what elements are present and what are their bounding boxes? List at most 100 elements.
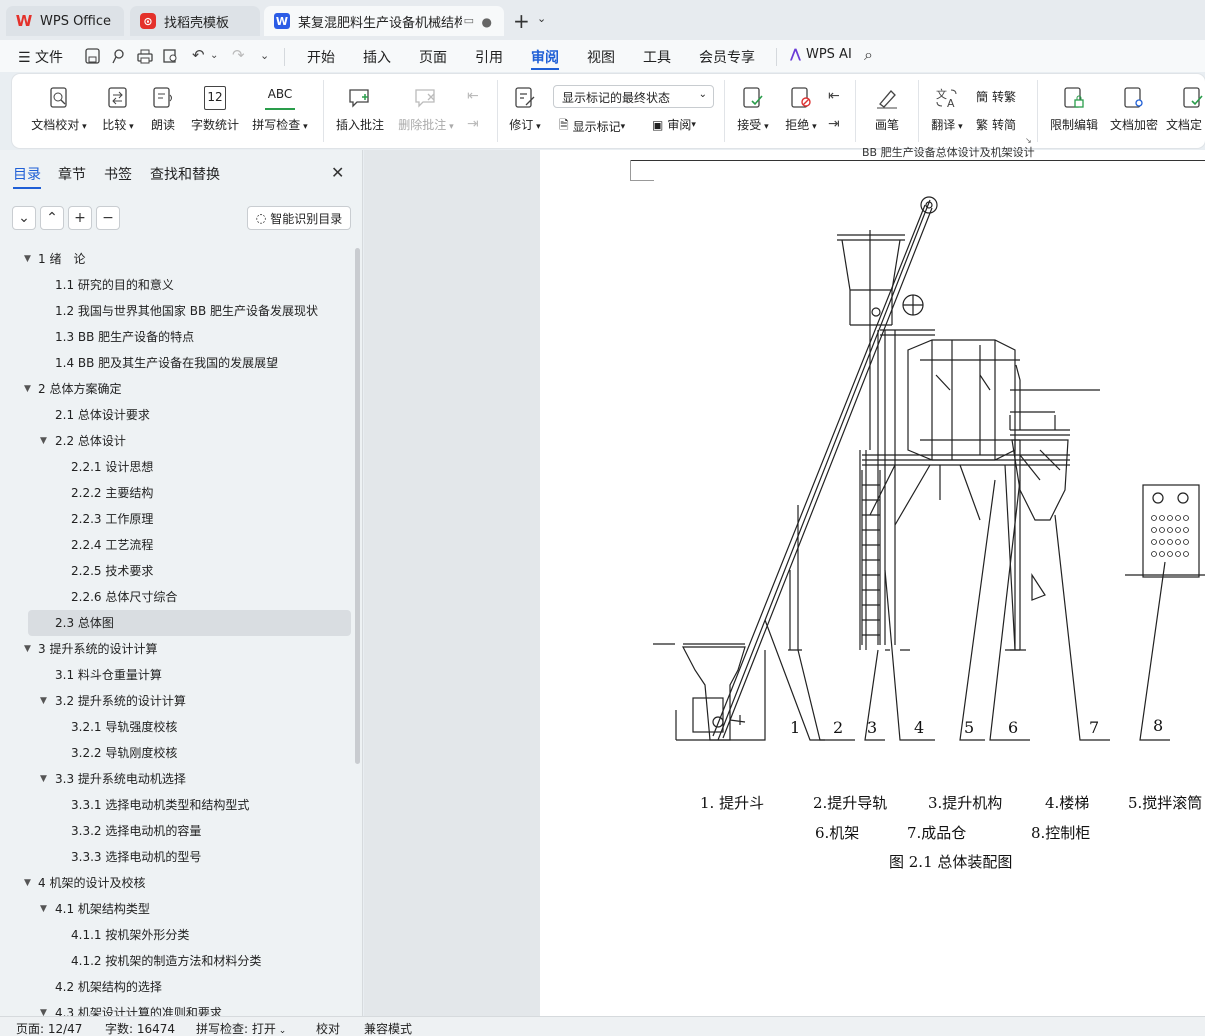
toc-item[interactable]: ▼ 3 提升系统的设计计算 [0, 636, 355, 662]
tab-bookmarks[interactable]: 书签 [104, 164, 132, 184]
proofread-status[interactable]: 校对 [316, 1020, 340, 1036]
print-preview-icon[interactable] [162, 48, 180, 64]
insert-comment-button[interactable]: 插入批注 [334, 86, 386, 133]
expand-triangle-icon[interactable]: ▼ [24, 376, 31, 402]
toc-item[interactable]: ▼ 4.1 机架结构类型 [0, 896, 355, 922]
page-indicator[interactable]: 页面: 12/47 [16, 1020, 82, 1036]
next-comment-icon[interactable]: ⇥ [467, 116, 479, 132]
to-simplified-button[interactable]: 繁转简 [976, 116, 1016, 133]
toc-item[interactable]: 3.2.1 导轨强度校核 [0, 714, 355, 740]
toc-item[interactable]: 1.3 BB 肥生产设备的特点 [0, 324, 355, 350]
delete-comment-button[interactable]: 删除批注 ▾ [394, 86, 458, 133]
save-icon[interactable] [84, 48, 102, 64]
undo-dropdown-icon[interactable]: ⌄ [210, 50, 218, 61]
print-icon[interactable] [136, 48, 154, 64]
tab-find-replace[interactable]: 查找和替换 [150, 164, 220, 184]
word-count-button[interactable]: 12 字数统计 [189, 86, 241, 133]
toc-item[interactable]: ▼ 1 绪 论 [0, 246, 355, 272]
tab-toc[interactable]: 目录 [13, 164, 41, 189]
new-tab-plus-icon[interactable]: + [513, 9, 530, 33]
toc-item[interactable]: 3.3.1 选择电动机类型和结构型式 [0, 792, 355, 818]
expand-triangle-icon[interactable]: ▼ [40, 428, 47, 454]
tab-wps-office[interactable]: W WPS Office [6, 6, 124, 36]
toc-item[interactable]: 3.3.2 选择电动机的容量 [0, 818, 355, 844]
review-pane-button[interactable]: ▣ 审阅 ▾ [652, 116, 696, 133]
toc-item[interactable]: 2.2.2 主要结构 [0, 480, 355, 506]
show-markup-button[interactable]: 🗎 显示标记 ▾ [559, 116, 625, 137]
toc-item[interactable]: 4.2 机架结构的选择 [0, 974, 355, 1000]
add-heading-button[interactable]: + [68, 206, 92, 230]
word-count-status[interactable]: 字数: 16474 [105, 1020, 175, 1036]
read-aloud-button[interactable]: 朗读 [146, 86, 180, 133]
share-icon[interactable] [110, 48, 128, 64]
expand-up-button[interactable]: ⌃ [40, 206, 64, 230]
next-change-icon[interactable]: ⇥ [828, 116, 840, 132]
redo-icon[interactable]: ↷ [232, 46, 245, 64]
file-menu[interactable]: ☰ 文件 [18, 47, 63, 67]
to-traditional-button[interactable]: 簡转繁 [976, 88, 1016, 105]
toc-item[interactable]: 2.2.3 工作原理 [0, 506, 355, 532]
spell-check-status[interactable]: 拼写检查: 打开 ⌄ [196, 1020, 286, 1036]
tab-current-document[interactable]: W 某复混肥料生产设备机械结构设 ▭ ● [264, 6, 504, 36]
collapse-all-button[interactable]: ⌄ [12, 206, 36, 230]
tab-sections[interactable]: 章节 [58, 164, 86, 184]
toc-item[interactable]: 1.4 BB 肥及其生产设备在我国的发展展望 [0, 350, 355, 376]
menu-page[interactable]: 页面 [419, 47, 447, 67]
remove-heading-button[interactable]: − [96, 206, 120, 230]
toc-item[interactable]: 1.2 我国与世界其他国家 BB 肥生产设备发展现状 [0, 298, 355, 324]
toc-item[interactable]: 2.2.6 总体尺寸综合 [0, 584, 355, 610]
toc-item[interactable]: 2.1 总体设计要求 [0, 402, 355, 428]
expand-triangle-icon[interactable]: ▼ [24, 636, 31, 662]
expand-triangle-icon[interactable]: ▼ [24, 246, 31, 272]
compare-button[interactable]: 比较 ▾ [97, 86, 139, 133]
doc-encrypt-button[interactable]: 文档加密 [1106, 86, 1162, 133]
menu-tools[interactable]: 工具 [643, 47, 671, 67]
toc-item[interactable]: 2.2.4 工艺流程 [0, 532, 355, 558]
menu-view[interactable]: 视图 [587, 47, 615, 67]
toc-item[interactable]: ▼ 4 机架的设计及校核 [0, 870, 355, 896]
revise-button[interactable]: 修订 ▾ [504, 86, 546, 133]
close-icon[interactable]: ✕ [331, 163, 344, 182]
toc-item[interactable]: 1.1 研究的目的和意义 [0, 272, 355, 298]
toc-item[interactable]: ▼ 2.2 总体设计 [0, 428, 355, 454]
expand-triangle-icon[interactable]: ▼ [40, 688, 47, 714]
toc-item[interactable]: ▼ 3.3 提升系统电动机选择 [0, 766, 355, 792]
translate-button[interactable]: 文A 翻译 ▾ [924, 86, 970, 133]
toc-item[interactable]: 2.2.5 技术要求 [0, 558, 355, 584]
pen-button[interactable]: 画笔 [866, 86, 908, 133]
spell-check-button[interactable]: ABC 拼写检查 ▾ [250, 86, 310, 133]
toc-item[interactable]: ▼ 3.2 提升系统的设计计算 [0, 688, 355, 714]
toc-item[interactable]: 3.1 料斗仓重量计算 [0, 662, 355, 688]
more-chevron-icon[interactable]: ⌄ [260, 49, 269, 62]
tab-docer-template[interactable]: ⊙ 找稻壳模板 [130, 6, 260, 36]
search-icon[interactable]: ⌕ [864, 45, 873, 65]
doc-finalize-button[interactable]: 文档定 [1166, 86, 1205, 133]
wps-ai-button[interactable]: ⋀ WPS AI [790, 47, 852, 62]
expand-triangle-icon[interactable]: ▼ [40, 766, 47, 792]
accept-button[interactable]: 接受 ▾ [732, 86, 774, 133]
toc-item[interactable]: 2.3 总体图 [28, 610, 351, 636]
doc-check-button[interactable]: 文档校对 ▾ [29, 86, 89, 133]
previous-change-icon[interactable]: ⇤ [828, 88, 840, 104]
smart-toc-button[interactable]: ◌ 智能识别目录 [247, 206, 351, 230]
toc-item[interactable]: 4.1.1 按机架外形分类 [0, 922, 355, 948]
menu-review[interactable]: 审阅 [531, 47, 559, 70]
menu-insert[interactable]: 插入 [363, 47, 391, 67]
toc-item[interactable]: 2.2.1 设计思想 [0, 454, 355, 480]
toc-item[interactable]: 3.3.3 选择电动机的型号 [0, 844, 355, 870]
restrict-edit-button[interactable]: 限制编辑 [1046, 86, 1102, 133]
tab-list-chevron-icon[interactable]: ⌄ [537, 12, 546, 25]
expand-triangle-icon[interactable]: ▼ [40, 896, 47, 922]
document-page[interactable]: BB 肥生产设备总体设计及机架设计 1 2 3 4 5 6 7 8 1. 提升斗… [540, 146, 1205, 1016]
markup-state-dropdown[interactable]: 显示标记的最终状态 ⌄ [553, 85, 714, 108]
undo-icon[interactable]: ↶ [192, 46, 205, 64]
toc-item[interactable]: ▼ 2 总体方案确定 [0, 376, 355, 402]
reject-button[interactable]: 拒绝 ▾ [780, 86, 822, 133]
menu-home[interactable]: 开始 [307, 47, 335, 67]
expand-triangle-icon[interactable]: ▼ [24, 870, 31, 896]
previous-comment-icon[interactable]: ⇤ [467, 88, 479, 104]
menu-membership[interactable]: 会员专享 [699, 47, 755, 67]
toc-item[interactable]: 4.1.2 按机架的制造方法和材料分类 [0, 948, 355, 974]
menu-references[interactable]: 引用 [475, 47, 503, 67]
toc-scrollbar[interactable] [355, 248, 360, 764]
